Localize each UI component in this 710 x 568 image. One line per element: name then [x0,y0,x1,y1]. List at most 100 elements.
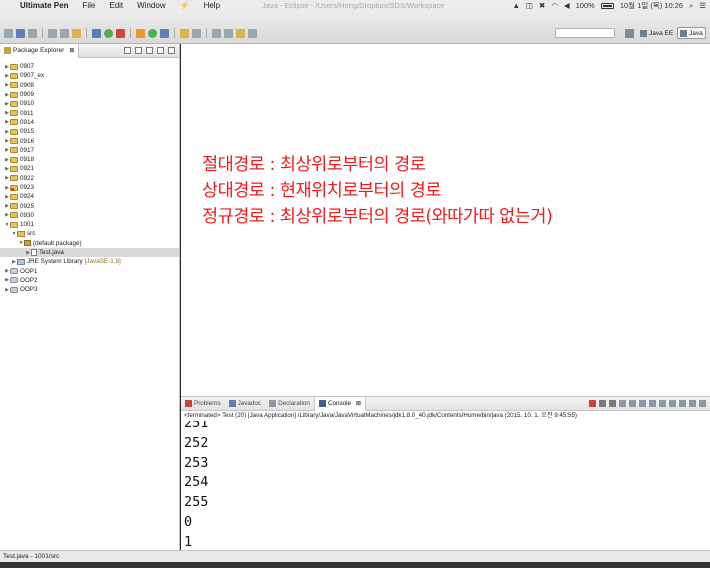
perspective-java[interactable]: Java [677,27,706,39]
tree-node-project[interactable]: ▶ 0915 [0,127,179,136]
tree-node-project[interactable]: ▶ 0924 [0,192,179,201]
scroll-lock-icon[interactable] [629,400,636,407]
minimize-icon[interactable] [157,47,164,54]
annotation-icon[interactable] [72,28,81,38]
tree-node-file-selected[interactable]: ▶ Test.java [0,247,179,258]
tree-node-project[interactable]: ▶ 0918 [0,155,179,164]
menu-window[interactable]: Window [130,1,172,10]
maximize-icon[interactable] [699,400,706,407]
battery-percent[interactable]: 100% [576,1,595,10]
source-folder-icon [17,230,25,237]
tree-node-project[interactable]: ▶ 0925 [0,201,179,210]
view-menu-icon[interactable] [146,47,153,54]
show-on-output-icon[interactable] [649,400,656,407]
clock[interactable]: 10월 1일 (목) 10:26 [620,0,683,11]
tab-declaration[interactable]: Declaration [265,397,314,411]
open-perspective-icon[interactable] [625,29,634,38]
tree-node-project[interactable]: ▶ 0917 [0,146,179,155]
open-console-icon[interactable] [679,400,686,407]
jre-version-decoration: [JavaSE-1.8] [84,258,121,266]
console-output[interactable]: 251 252 253 254 255 0 1 [181,421,710,550]
remove-all-icon[interactable] [609,400,616,407]
console-lines: 251 252 253 254 255 0 1 [184,421,208,550]
run-icon[interactable] [104,28,113,38]
back-icon[interactable] [236,28,245,38]
debug-icon[interactable] [92,28,101,38]
notification-center-icon[interactable]: ☰ [699,1,706,10]
tree-node-project-expanded[interactable]: ▼ 1001 [0,220,179,229]
tree-node-project[interactable]: ▶ 0930 [0,211,179,220]
minimize-icon[interactable] [689,400,696,407]
link-with-editor-icon[interactable] [135,47,142,54]
project-folder-icon [10,175,18,182]
new-java-project-icon[interactable] [136,28,145,38]
close-icon[interactable]: ⊠ [356,400,361,407]
menu-edit[interactable]: Edit [102,1,130,10]
new-icon[interactable] [4,28,13,38]
tree-node-project[interactable]: ▶ 0909 [0,90,179,99]
open-type-icon[interactable] [180,28,189,38]
battery-icon[interactable] [600,2,614,9]
tree-node-project[interactable]: ▶ 0907_ex [0,71,179,80]
terminate-icon[interactable] [589,400,596,407]
tree-node-project[interactable]: ▶ OOP1 [0,267,179,276]
tree-node-package[interactable]: ▼ (default package) [0,239,179,248]
search-toolbar-icon[interactable] [192,28,201,38]
mark-occurrences-icon[interactable] [60,28,69,38]
search-icon[interactable]: ⌕ [689,1,693,11]
tree-node-label: OOP3 [20,286,38,294]
next-annotation-icon[interactable] [212,28,221,38]
tree-node-project[interactable]: ▶ 0923 [0,183,179,192]
forward-icon[interactable] [248,28,257,38]
maximize-icon[interactable] [168,47,175,54]
save-icon[interactable] [16,28,25,38]
word-wrap-icon[interactable] [639,400,646,407]
prev-annotation-icon[interactable] [224,28,233,38]
tree-node-project[interactable]: ▶ 0908 [0,81,179,90]
note-absolute-path: 절대경로 : 최상위로부터의 경로 [202,155,426,175]
print-icon[interactable] [28,28,37,38]
menu-help[interactable]: Help [197,1,227,10]
collapse-all-icon[interactable] [124,47,131,54]
tree-node-project[interactable]: ▶ OOP2 [0,276,179,285]
tree-node-project[interactable]: ▶ 0907 [0,62,179,71]
tab-javadoc[interactable]: Javadoc [225,397,265,411]
tree-node-project[interactable]: ▶ 0916 [0,136,179,145]
app-menu[interactable]: Ultimate Pen [16,1,75,10]
tree-node-project[interactable]: ▶ 0911 [0,108,179,117]
volume-icon[interactable]: ◀ [564,1,570,10]
pin-console-icon[interactable] [659,400,666,407]
project-folder-icon [10,119,18,126]
perspective-java-ee[interactable]: Java EE [638,27,675,39]
tab-console[interactable]: Console ⊠ [313,396,367,411]
tree-node-src[interactable]: ▼ src [0,229,179,238]
remove-launch-icon[interactable] [599,400,606,407]
editor-area[interactable]: 절대경로 : 최상위로부터의 경로 상대경로 : 현재위치로부터의 경로 정규경… [181,44,710,396]
tree-node-project[interactable]: ▶ OOP3 [0,285,179,294]
menu-file[interactable]: File [75,1,102,10]
toggle-icon[interactable] [48,28,57,38]
app-tray-icon[interactable]: ◫ [526,1,533,10]
wifi-icon[interactable]: ◠ [551,1,558,10]
display-console-icon[interactable] [669,400,676,407]
tree-node-jre[interactable]: ▶ JRE System Library [JavaSE-1.8] [0,257,179,266]
console-line: 254 [184,474,209,491]
toolbar-buttons [4,26,257,40]
close-icon[interactable]: ⊠ [69,47,74,54]
drive-icon[interactable]: ▲ [512,1,519,10]
external-tools-icon[interactable] [116,28,125,38]
new-class-icon[interactable] [160,28,169,38]
tree-node-project[interactable]: ▶ 0922 [0,174,179,183]
quick-access-input[interactable] [555,28,615,38]
new-package-icon[interactable] [148,28,157,38]
tree-node-project[interactable]: ▶ 0914 [0,118,179,127]
java-icon [680,29,687,37]
tab-problems[interactable]: Problems [181,397,225,411]
app-tray-icon-2[interactable]: ✖ [539,1,545,10]
tree-node-project[interactable]: ▶ 0910 [0,99,179,108]
tree-node-label: 0921 [20,165,35,173]
clear-console-icon[interactable] [619,400,626,407]
tab-package-explorer[interactable]: Package Explorer ⊠ [0,43,80,58]
lightning-icon[interactable]: ⚡ [173,1,197,10]
tree-node-project[interactable]: ▶ 0921 [0,164,179,173]
